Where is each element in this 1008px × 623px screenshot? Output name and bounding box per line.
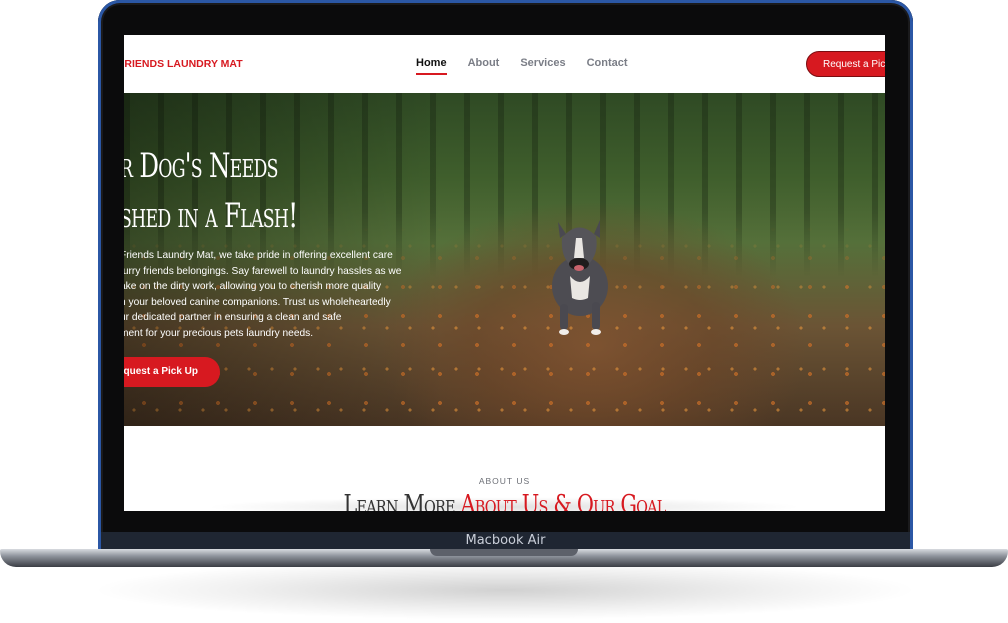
hero-description-line: ment for your precious pets laundry need… — [124, 327, 314, 339]
device-shadow — [90, 560, 920, 620]
hero-description-line: furry friends belongings. Say farewell t… — [124, 265, 402, 277]
top-navbar: FRIENDS LAUNDRY MAT Home About Services … — [124, 35, 885, 93]
about-heading: Learn More About Us & Our Goal — [200, 490, 809, 511]
nav-item-contact[interactable]: Contact — [587, 57, 628, 69]
laptop-chin: Macbook Air — [101, 532, 910, 550]
laptop-notch — [430, 549, 578, 556]
hero-description-line: h your beloved canine companions. Trust … — [124, 296, 391, 308]
running-dog-image — [552, 220, 608, 335]
about-heading-highlight: About Us & Our Goal — [460, 490, 667, 511]
about-eyebrow: ABOUT US — [478, 476, 531, 486]
hero-description-line: ake on the dirty work, allowing you to c… — [124, 281, 382, 292]
device-label: Macbook Air — [465, 533, 546, 548]
nav-item-home[interactable]: Home — [416, 57, 447, 75]
hero-section: r Dog's Needs shed in a Flash! Friends L… — [124, 93, 885, 426]
nav-item-about[interactable]: About — [468, 57, 500, 69]
hero-title-line: r Dog's Needs — [124, 146, 278, 186]
hero-title-line: shed in a Flash! — [124, 196, 298, 236]
request-pickup-nav-button[interactable]: Request a Pick — [806, 51, 885, 77]
hero-description: Friends Laundry Mat, we take pride in of… — [124, 248, 420, 341]
main-menu: Home About Services Contact — [416, 57, 649, 75]
about-heading-prefix: Learn More — [343, 490, 455, 511]
hero-title: r Dog's Needs shed in a Flash! — [124, 141, 298, 241]
hero-description-line: Friends Laundry Mat, we take pride in of… — [124, 250, 393, 261]
hero-description-line: ur dedicated partner in ensuring a clean… — [124, 312, 342, 323]
nav-item-services[interactable]: Services — [520, 57, 565, 69]
brand-logo[interactable]: FRIENDS LAUNDRY MAT — [124, 58, 243, 70]
website-screen: FRIENDS LAUNDRY MAT Home About Services … — [124, 35, 885, 511]
request-pickup-hero-button[interactable]: quest a Pick Up — [124, 357, 220, 387]
